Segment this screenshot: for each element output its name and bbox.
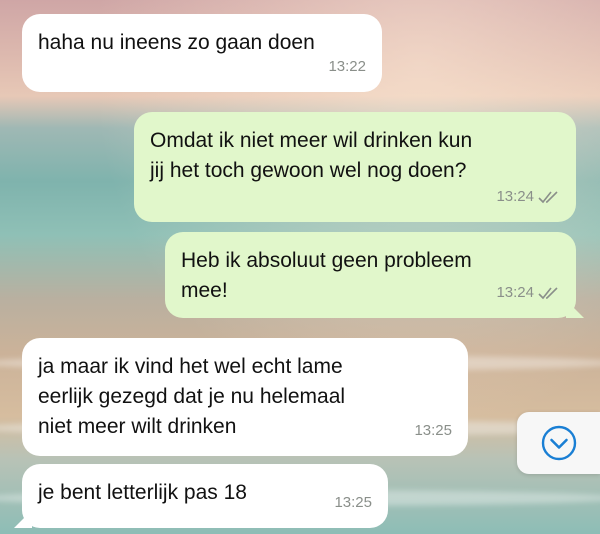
message-bubble-incoming[interactable]: haha nu ineens zo gaan doen 13:22 (22, 14, 382, 92)
chevron-down-circle-icon (541, 425, 576, 461)
message-bubble-incoming[interactable]: ja maar ik vind het wel echt lame eerlij… (22, 338, 468, 456)
message-timestamp: 13:24 (496, 188, 534, 205)
message-timestamp: 13:25 (334, 494, 372, 511)
message-meta: 13:25 (334, 488, 372, 518)
message-text: je bent letterlijk pas 18 (38, 481, 247, 504)
message-text: Omdat ik niet meer wil drinken kun jij h… (150, 129, 473, 182)
message-text: ja maar ik vind het wel echt lame eerlij… (38, 355, 346, 438)
message-timestamp: 13:25 (414, 422, 452, 439)
message-timestamp: 13:22 (328, 58, 366, 75)
message-timestamp: 13:24 (496, 284, 534, 301)
read-receipt-icon (538, 191, 558, 204)
message-meta: 13:24 (496, 182, 560, 212)
message-bubble-incoming[interactable]: je bent letterlijk pas 18 13:25 (14, 464, 388, 528)
scroll-to-bottom-button[interactable] (517, 412, 600, 474)
message-meta: 13:24 (496, 278, 560, 308)
message-meta: 13:25 (414, 416, 452, 446)
message-bubble-outgoing[interactable]: Omdat ik niet meer wil drinken kun jij h… (134, 112, 576, 222)
message-text: haha nu ineens zo gaan doen (38, 31, 315, 54)
message-bubble-outgoing[interactable]: Heb ik absoluut geen probleem mee! 13:24 (165, 232, 584, 318)
message-meta: 13:22 (328, 52, 366, 82)
read-receipt-icon (538, 287, 558, 300)
